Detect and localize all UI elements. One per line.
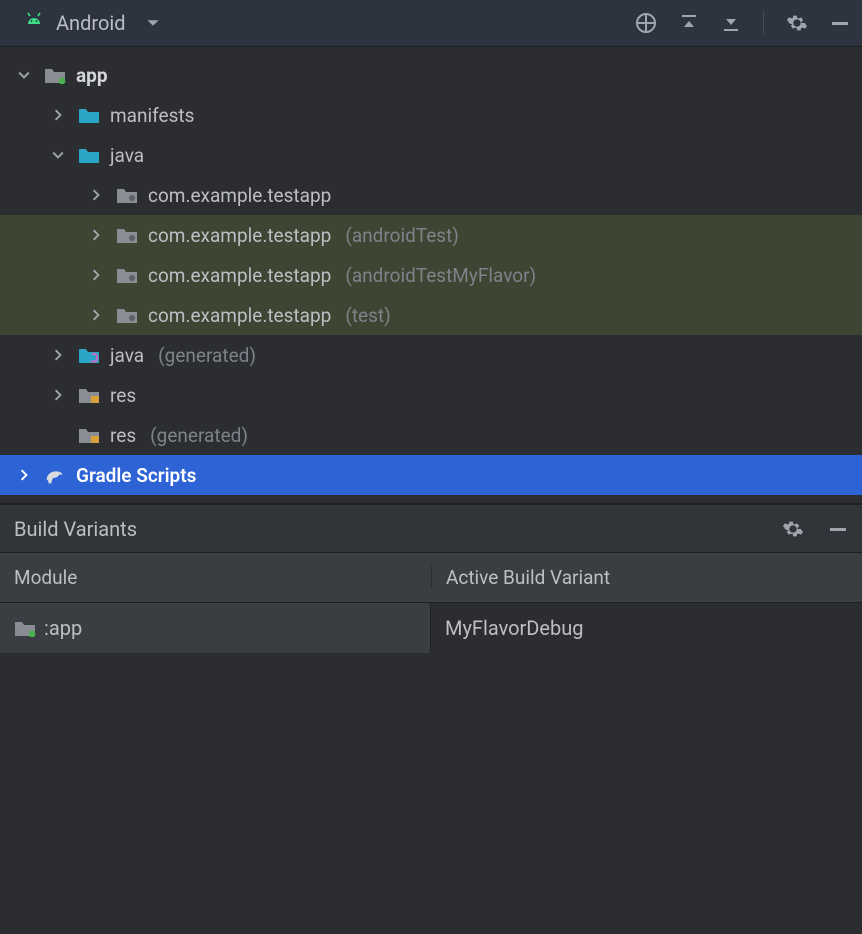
build-variants-columns: Module Active Build Variant — [0, 553, 862, 603]
collapse-all-icon[interactable] — [721, 13, 741, 33]
tree-node-java[interactable]: java — [0, 135, 862, 175]
chevron-down-icon — [18, 69, 34, 81]
tree-node-app[interactable]: app — [0, 55, 862, 95]
tree-label: com.example.testapp — [148, 224, 331, 247]
tree-node-package[interactable]: com.example.testapp (androidTest) — [0, 215, 862, 255]
gear-icon[interactable] — [786, 12, 808, 34]
tree-node-package[interactable]: com.example.testapp — [0, 175, 862, 215]
chevron-right-icon — [52, 109, 68, 121]
tree-suffix: (test) — [345, 304, 390, 327]
tree-label: res — [110, 424, 136, 447]
blank-area — [0, 653, 862, 933]
module-cell: :app — [0, 603, 431, 653]
tree-suffix: (androidTestMyFlavor) — [345, 264, 536, 287]
column-variant: Active Build Variant — [431, 566, 862, 589]
package-folder-icon — [116, 266, 138, 284]
tree-label: manifests — [110, 104, 194, 127]
tree-node-package[interactable]: com.example.testapp (androidTestMyFlavor… — [0, 255, 862, 295]
expand-all-icon[interactable] — [679, 13, 699, 33]
variant-cell[interactable]: MyFlavorDebug — [431, 616, 862, 640]
chevron-right-icon — [90, 309, 106, 321]
build-variants-panel: Build Variants Module Active Build Varia… — [0, 503, 862, 933]
hide-icon[interactable] — [830, 13, 850, 33]
folder-icon — [78, 106, 100, 124]
tree-node-java-generated[interactable]: java (generated) — [0, 335, 862, 375]
package-folder-icon — [116, 226, 138, 244]
tree-label: java — [110, 144, 144, 167]
module-folder-icon — [14, 619, 36, 637]
separator — [763, 11, 764, 35]
package-folder-icon — [116, 186, 138, 204]
resources-folder-icon — [78, 386, 100, 404]
tree-label: Gradle Scripts — [76, 464, 196, 487]
module-name: :app — [44, 616, 82, 640]
package-folder-icon — [116, 306, 138, 324]
tree-node-res-generated[interactable]: res (generated) — [0, 415, 862, 455]
tree-label: app — [76, 64, 108, 87]
tree-suffix: (androidTest) — [345, 224, 459, 247]
chevron-right-icon — [90, 189, 106, 201]
tree-label: com.example.testapp — [148, 304, 331, 327]
tree-node-res[interactable]: res — [0, 375, 862, 415]
tree-suffix: (generated) — [150, 424, 248, 447]
resources-folder-icon — [78, 426, 100, 444]
tree-node-package[interactable]: com.example.testapp (test) — [0, 295, 862, 335]
module-folder-icon — [44, 66, 66, 84]
tree-node-manifests[interactable]: manifests — [0, 95, 862, 135]
hide-icon[interactable] — [828, 519, 848, 539]
tree-label: res — [110, 384, 136, 407]
select-opened-file-icon[interactable] — [635, 12, 657, 34]
project-view-header: Android — [0, 0, 862, 47]
project-view-title: Android — [56, 11, 126, 35]
chevron-right-icon — [52, 349, 68, 361]
tree-label: java — [110, 344, 144, 367]
folder-icon — [78, 146, 100, 164]
chevron-down-icon — [52, 149, 68, 161]
android-icon — [22, 12, 46, 34]
tree-label: com.example.testapp — [148, 184, 331, 207]
chevron-right-icon — [52, 389, 68, 401]
chevron-right-icon — [18, 469, 34, 481]
generated-folder-icon — [78, 346, 100, 364]
project-view-selector[interactable]: Android — [22, 11, 160, 35]
gradle-icon — [44, 466, 66, 484]
tree-suffix: (generated) — [158, 344, 256, 367]
gear-icon[interactable] — [782, 518, 804, 540]
dropdown-arrow-icon — [146, 16, 160, 30]
build-variants-header: Build Variants — [0, 505, 862, 553]
build-variants-row[interactable]: :app MyFlavorDebug — [0, 603, 862, 653]
tree-label: com.example.testapp — [148, 264, 331, 287]
chevron-right-icon — [90, 269, 106, 281]
column-module: Module — [0, 566, 431, 589]
tree-node-gradle-scripts[interactable]: Gradle Scripts — [0, 455, 862, 495]
panel-title: Build Variants — [14, 517, 137, 541]
chevron-right-icon — [90, 229, 106, 241]
project-tree[interactable]: app manifests java com.example.testapp c… — [0, 47, 862, 495]
